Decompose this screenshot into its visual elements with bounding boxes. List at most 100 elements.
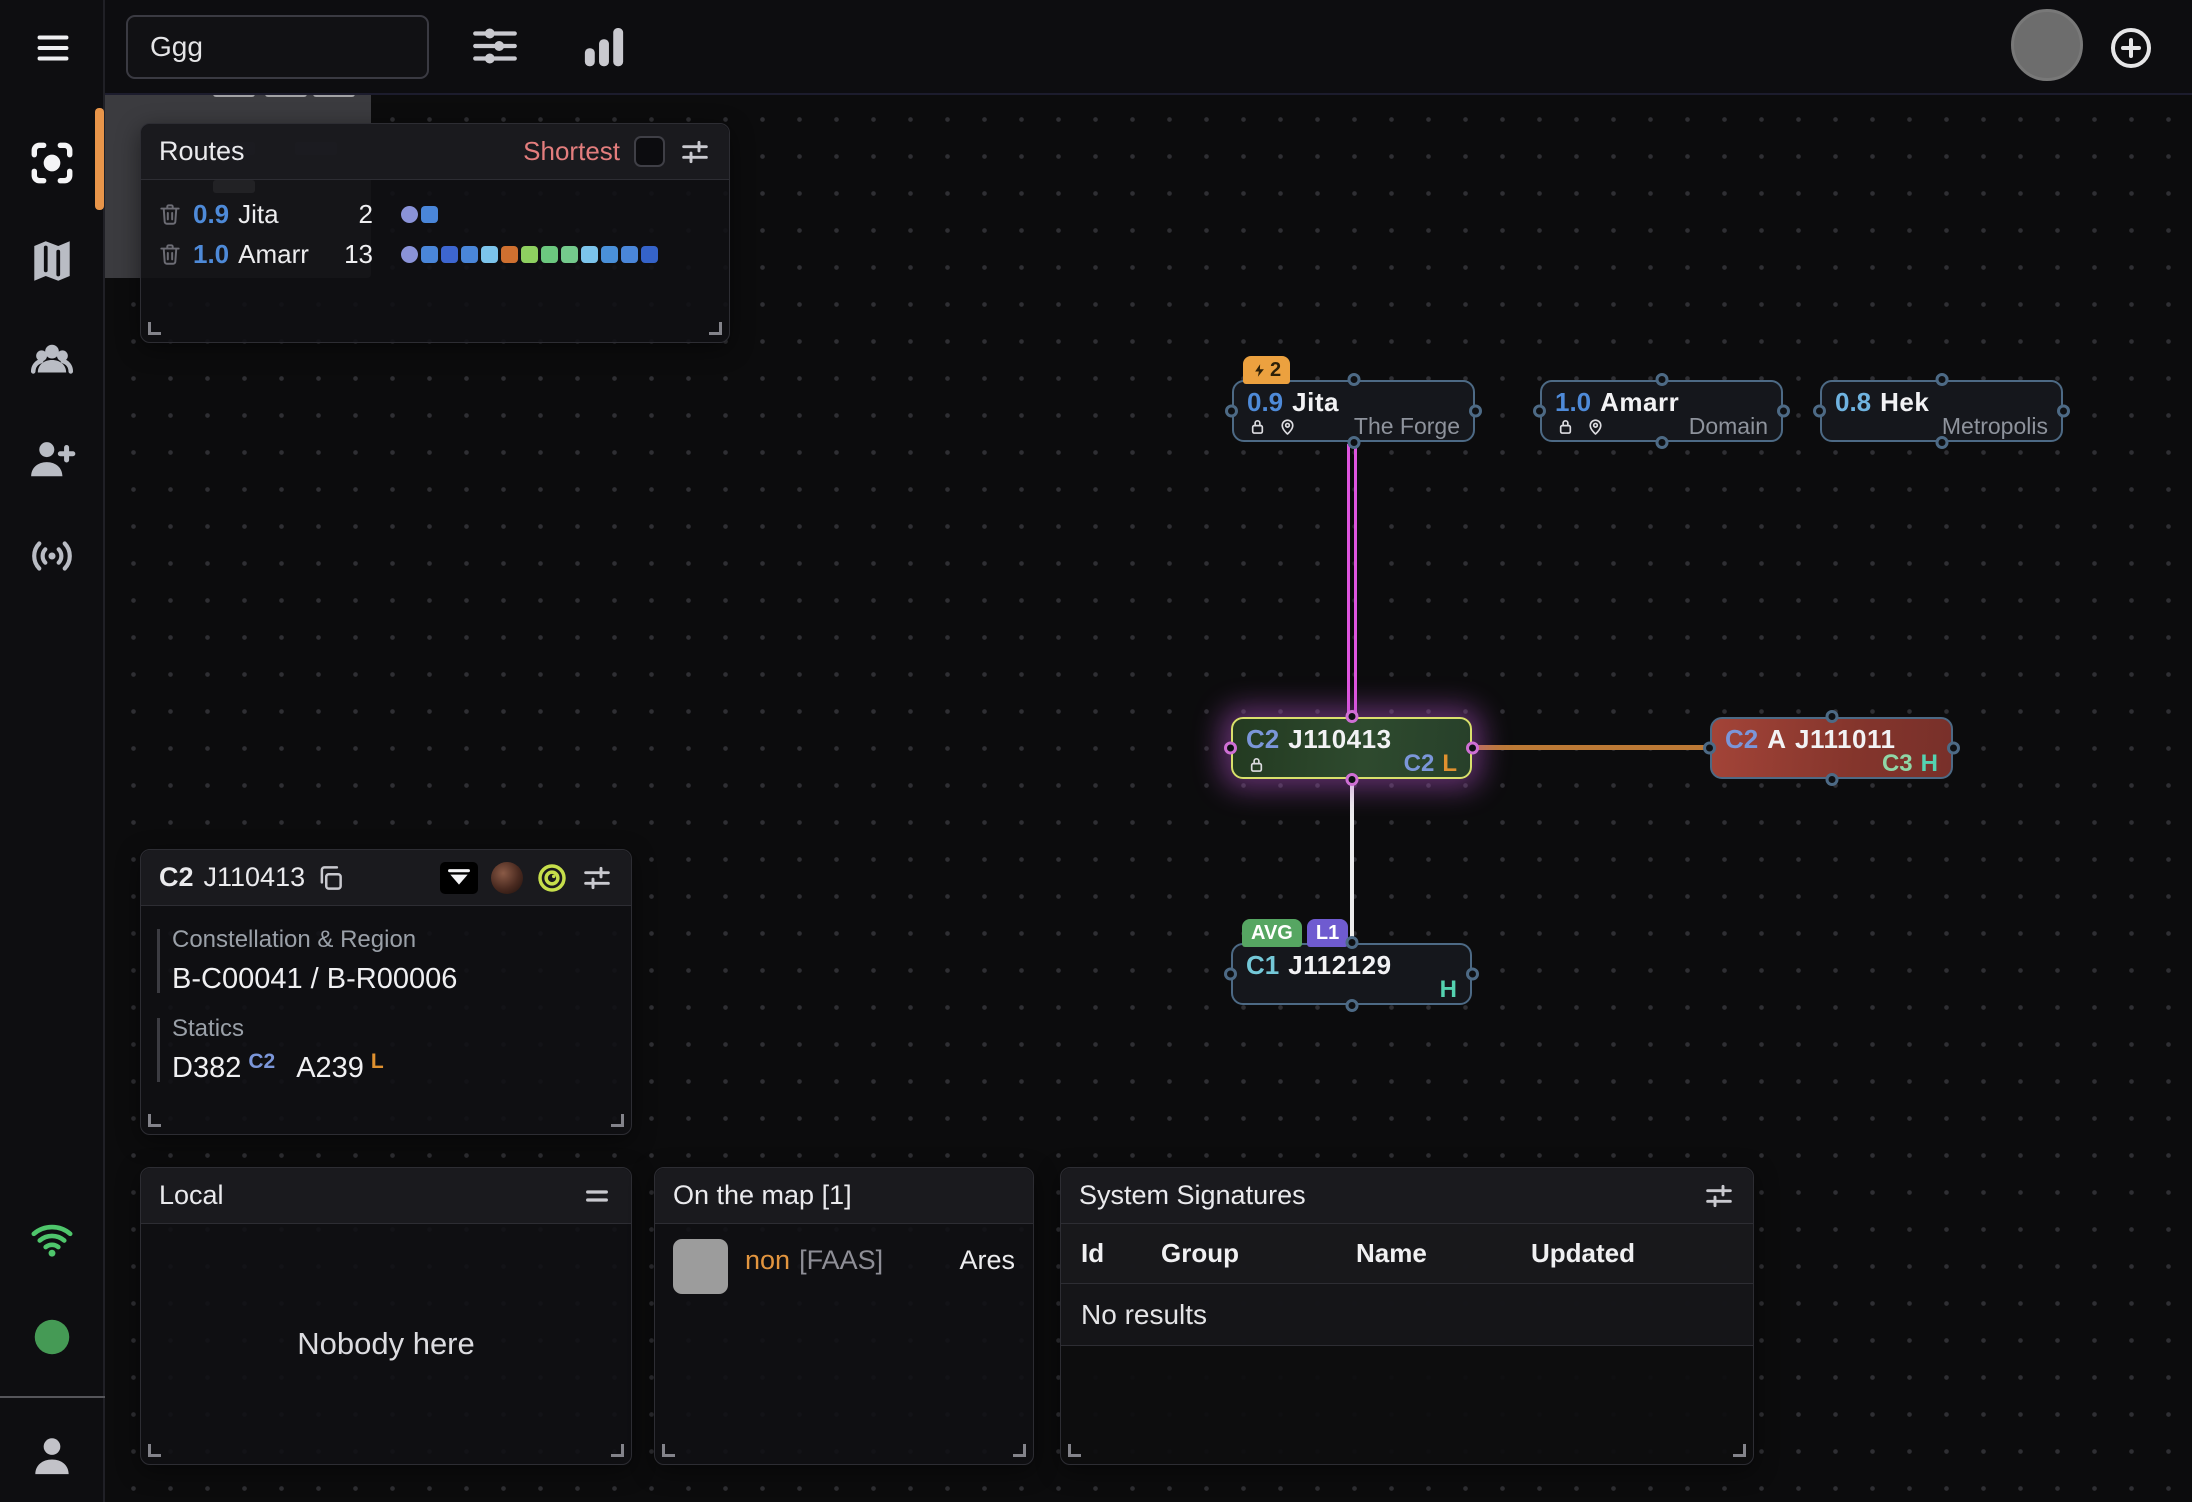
connection-handle[interactable] — [1469, 405, 1482, 418]
signatures-column-id[interactable]: Id — [1081, 1238, 1161, 1269]
map-node-amarr[interactable]: 1.0 Amarr Domain — [1540, 380, 1783, 442]
system-signatures-panel: System Signatures IdGroupNameUpdated No … — [1060, 1167, 1754, 1465]
connection-handle[interactable] — [1655, 436, 1668, 449]
route-system-name[interactable]: Amarr — [238, 239, 309, 270]
connection-handle[interactable] — [1466, 742, 1479, 755]
node-class: C2 — [1246, 726, 1279, 752]
person-icon[interactable] — [27, 1432, 77, 1482]
map-node-J112129[interactable]: AVGL1 C1 J112129 H — [1231, 943, 1472, 1005]
pilot-corp-ticker: [FAAS] — [799, 1245, 883, 1275]
route-jump-mark — [441, 246, 458, 263]
copy-icon[interactable] — [315, 863, 345, 893]
resize-handle[interactable] — [611, 1444, 624, 1457]
resize-handle[interactable] — [148, 322, 161, 335]
node-class: 1.0 — [1555, 389, 1591, 415]
signatures-settings-icon[interactable] — [1703, 1180, 1735, 1212]
map-node-J111011[interactable]: C2 A J111011 C3H — [1710, 717, 1953, 779]
connection-handle[interactable] — [2057, 405, 2070, 418]
resize-handle[interactable] — [1733, 1444, 1746, 1457]
triangle-box-icon[interactable] — [440, 862, 478, 894]
pilot-name: non — [745, 1245, 790, 1275]
connection-handle[interactable] — [1655, 373, 1668, 386]
system-name-label: J110413 — [204, 862, 306, 893]
map-name-input[interactable] — [126, 15, 429, 79]
connection-handle[interactable] — [1935, 436, 1948, 449]
connection-handle[interactable] — [1813, 405, 1826, 418]
pin-icon — [1277, 416, 1298, 437]
trash-icon[interactable] — [157, 241, 183, 267]
statics-section: Statics D382C2A239L — [157, 1015, 615, 1085]
routes-settings-icon[interactable] — [679, 136, 711, 168]
connection-handle[interactable] — [1935, 373, 1948, 386]
connection-handle[interactable] — [1825, 773, 1838, 786]
route-system-name[interactable]: Jita — [238, 199, 278, 230]
sidebar-item-tracking[interactable] — [27, 531, 77, 581]
resize-handle[interactable] — [662, 1444, 675, 1457]
on-the-map-header[interactable]: On the map [1] — [655, 1168, 1033, 1224]
connection-handle[interactable] — [1947, 742, 1960, 755]
node-class: 0.9 — [1247, 389, 1283, 415]
connection-handle[interactable] — [1345, 999, 1358, 1012]
sidebar-item-map[interactable] — [27, 236, 77, 286]
sidebar-item-add-character[interactable] — [27, 434, 77, 484]
system-settings-icon[interactable] — [581, 862, 613, 894]
route-row: 0.9 Jita 2 — [141, 194, 729, 234]
shortest-checkbox[interactable] — [634, 136, 665, 167]
connection-handle[interactable] — [1224, 968, 1237, 981]
shortest-label: Shortest — [523, 136, 620, 167]
resize-handle[interactable] — [1068, 1444, 1081, 1457]
resize-handle[interactable] — [1013, 1444, 1026, 1457]
route-jump-mark — [641, 246, 658, 263]
lock-icon — [1247, 416, 1268, 437]
resize-handle[interactable] — [709, 322, 722, 335]
signatures-header[interactable]: System Signatures — [1061, 1168, 1753, 1224]
pilot-row[interactable]: non[FAAS] Ares — [655, 1224, 1033, 1309]
rings-icon[interactable] — [536, 862, 568, 894]
chart-icon[interactable] — [577, 18, 631, 74]
node-badge: AVG — [1242, 919, 1302, 947]
resize-handle[interactable] — [148, 1444, 161, 1457]
avatar[interactable] — [2011, 9, 2083, 81]
map-node-jita[interactable]: 2 0.9 Jita The Forge — [1232, 380, 1475, 442]
signatures-column-group[interactable]: Group — [1161, 1238, 1356, 1269]
wifi-icon — [29, 1216, 75, 1262]
map-connection[interactable] — [1347, 444, 1357, 717]
routes-panel-header[interactable]: Routes Shortest — [141, 124, 729, 180]
local-panel-header[interactable]: Local — [141, 1168, 631, 1224]
lock-icon — [1555, 416, 1576, 437]
trash-icon[interactable] — [157, 201, 183, 227]
connection-handle[interactable] — [1825, 710, 1838, 723]
map-node-hek[interactable]: 0.8 Hek Metropolis — [1820, 380, 2063, 442]
topbar — [105, 0, 2192, 95]
connection-handle[interactable] — [1466, 968, 1479, 981]
connection-handle[interactable] — [1345, 773, 1358, 786]
signatures-empty-text: No results — [1061, 1284, 1753, 1346]
resize-handle[interactable] — [611, 1114, 624, 1127]
map-node-J110413[interactable]: C2 J110413 C2L — [1231, 717, 1472, 779]
connection-handle[interactable] — [1345, 710, 1358, 723]
node-badge: 2 — [1243, 356, 1290, 384]
connection-handle[interactable] — [1225, 405, 1238, 418]
signatures-column-updated[interactable]: Updated — [1531, 1238, 1753, 1269]
connection-handle[interactable] — [1224, 742, 1237, 755]
connection-handle[interactable] — [1347, 436, 1360, 449]
sidebar-item-characters[interactable] — [27, 336, 77, 386]
connection-handle[interactable] — [1777, 405, 1790, 418]
connection-handle[interactable] — [1347, 373, 1360, 386]
plus-circle-icon[interactable] — [2107, 24, 2155, 72]
signatures-column-name[interactable]: Name — [1356, 1238, 1531, 1269]
menu-icon[interactable] — [31, 30, 75, 66]
signatures-title: System Signatures — [1079, 1180, 1306, 1211]
route-security: 0.9 — [193, 199, 229, 230]
map-connection[interactable] — [1475, 745, 1710, 750]
sidebar-item-focus[interactable] — [27, 138, 77, 188]
resize-handle[interactable] — [148, 1114, 161, 1127]
connection-handle[interactable] — [1533, 405, 1546, 418]
local-menu-icon[interactable] — [581, 1180, 613, 1212]
sliders-icon[interactable] — [470, 21, 520, 71]
route-jump-mark — [601, 246, 618, 263]
system-info-header[interactable]: C2 J110413 — [141, 850, 631, 906]
connection-handle[interactable] — [1703, 742, 1716, 755]
connection-handle[interactable] — [1345, 936, 1358, 949]
map-connection[interactable] — [1350, 781, 1354, 943]
